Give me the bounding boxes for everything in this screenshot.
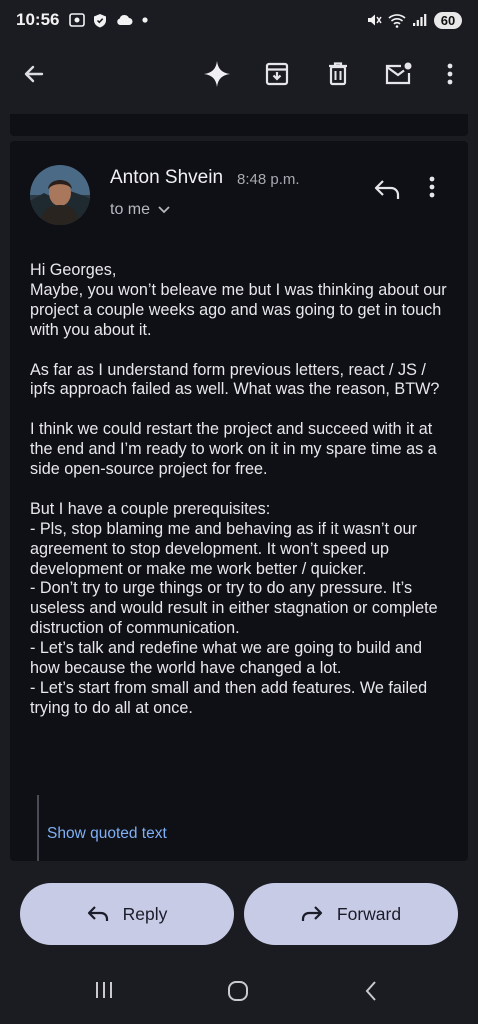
archive-button[interactable] (259, 56, 295, 92)
reply-icon (374, 180, 400, 199)
message-body: Hi Georges, Maybe, you won’t beleave me b… (30, 261, 454, 719)
forward-icon (301, 906, 323, 921)
sparkle-icon (204, 61, 230, 87)
recipients-toggle[interactable]: to me (110, 201, 170, 219)
body-paragraph: As far as I understand form previous let… (30, 360, 440, 399)
more-vert-icon (429, 176, 435, 198)
message-more-button[interactable] (428, 175, 452, 205)
body-paragraph: I think we could restart the project and… (30, 420, 437, 479)
reply-icon (87, 906, 108, 921)
home-button[interactable] (227, 980, 249, 1007)
more-options-button[interactable] (432, 56, 468, 92)
dot-icon (142, 17, 149, 23)
message-actions: Reply Forward (0, 883, 478, 945)
reply-button[interactable]: Reply (20, 883, 234, 945)
email-message-card: Anton Shvein 8:48 p.m. to me Hi Georges,… (10, 141, 468, 861)
avatar-photo (30, 165, 90, 225)
delete-button[interactable] (320, 56, 356, 92)
app-bar (0, 46, 478, 102)
recents-icon (96, 982, 112, 998)
shield-icon (94, 13, 107, 27)
chevron-down-icon (158, 206, 170, 214)
more-vert-icon (447, 63, 453, 85)
gemini-button[interactable] (199, 56, 235, 92)
previous-message-card[interactable] (10, 114, 468, 136)
notification-icons (69, 13, 149, 28)
show-quoted-text-link[interactable]: Show quoted text (47, 825, 167, 843)
status-time: 10:56 (16, 10, 60, 29)
archive-icon (265, 62, 289, 86)
recents-button[interactable] (94, 980, 114, 1005)
status-bar: 10:56 60 (0, 0, 478, 40)
quote-divider (37, 795, 39, 861)
cloud-icon (117, 14, 133, 25)
wifi-icon (388, 13, 406, 28)
signal-icon (413, 14, 427, 26)
system-back-button[interactable] (364, 980, 378, 1007)
body-paragraph: But I have a couple prerequisites: - Pls,… (30, 499, 438, 717)
trash-icon (329, 62, 347, 86)
mark-unread-icon (385, 62, 412, 85)
system-nav-bar (0, 966, 478, 1024)
reply-label: Reply (122, 903, 168, 924)
mark-unread-button[interactable] (380, 56, 416, 92)
avatar[interactable] (30, 165, 90, 225)
back-button[interactable] (16, 56, 52, 92)
forward-button[interactable]: Forward (244, 883, 458, 945)
message-time: 8:48 p.m. (237, 171, 300, 188)
mute-icon (368, 14, 382, 26)
recipients-label: to me (110, 201, 151, 218)
chevron-left-icon (365, 981, 376, 1001)
forward-label: Forward (336, 903, 402, 924)
arrow-back-icon (24, 65, 44, 83)
sender-name[interactable]: Anton Shvein (110, 167, 223, 189)
battery-level: 60 (434, 11, 462, 29)
screenshot-icon (69, 13, 86, 27)
reply-icon-button[interactable] (372, 175, 402, 205)
home-icon (228, 981, 248, 1001)
body-paragraph: Hi Georges, Maybe, you won’t beleave me b… (30, 261, 447, 339)
